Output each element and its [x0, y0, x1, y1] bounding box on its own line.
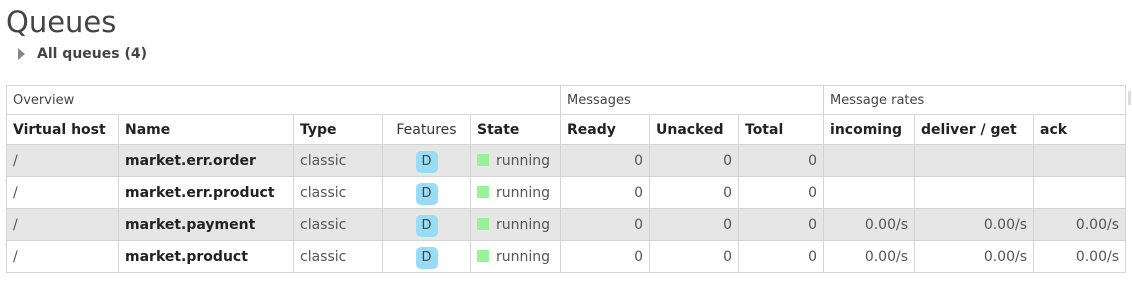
cell-features: D — [382, 176, 471, 209]
expand-triangle-icon[interactable] — [18, 48, 25, 60]
cell-ready: 0 — [560, 240, 650, 273]
queue-name-link[interactable]: market.product — [118, 240, 294, 273]
durable-badge: D — [415, 151, 438, 173]
header-ack[interactable]: ack — [1033, 114, 1127, 145]
cell-unacked: 0 — [649, 240, 739, 273]
cell-incoming — [823, 176, 916, 209]
cell-total: 0 — [737, 144, 825, 177]
cell-deliver-get: 0.00/s — [914, 240, 1035, 273]
cell-total: 0 — [737, 208, 825, 241]
group-message-rates: Message rates — [823, 85, 1127, 115]
queue-row: / market.err.order classic D running 0 0… — [6, 144, 1127, 177]
cell-incoming: 0.00/s — [823, 208, 916, 241]
cell-type: classic — [293, 144, 383, 177]
cell-incoming — [823, 144, 916, 177]
durable-badge: D — [415, 247, 438, 269]
durable-badge: D — [415, 183, 438, 205]
durable-badge: D — [415, 215, 438, 237]
cell-deliver-get — [914, 144, 1035, 177]
state-label: running — [496, 216, 551, 233]
cell-total: 0 — [737, 176, 825, 209]
cell-ack: 0.00/s — [1033, 240, 1127, 273]
running-status-icon — [477, 249, 489, 262]
cell-vhost: / — [6, 144, 119, 177]
cell-unacked: 0 — [649, 208, 739, 241]
header-ready[interactable]: Ready — [560, 114, 650, 145]
cell-ready: 0 — [560, 208, 650, 241]
cell-vhost: / — [6, 208, 119, 241]
running-status-icon — [477, 217, 489, 230]
header-deliver-get[interactable]: deliver / get — [914, 114, 1035, 145]
header-state[interactable]: State — [470, 114, 561, 145]
cell-features: D — [382, 240, 471, 273]
cell-state: running — [470, 208, 561, 241]
column-group-row: Overview Messages Message rates — [6, 85, 1127, 115]
cell-ready: 0 — [560, 176, 650, 209]
header-features: Features — [382, 114, 471, 145]
cell-ack — [1033, 176, 1127, 209]
queue-name-link[interactable]: market.err.product — [118, 176, 294, 209]
header-type[interactable]: Type — [293, 114, 383, 145]
cell-features: D — [382, 208, 471, 241]
cell-total: 0 — [737, 240, 825, 273]
state-label: running — [496, 248, 551, 265]
cell-state: running — [470, 176, 561, 209]
state-label: running — [496, 152, 551, 169]
header-total[interactable]: Total — [737, 114, 825, 145]
cell-features: D — [382, 144, 471, 177]
queue-row: / market.err.product classic D running 0… — [6, 176, 1127, 209]
queue-row: / market.product classic D running 0 0 0… — [6, 240, 1127, 273]
cell-deliver-get: 0.00/s — [914, 208, 1035, 241]
cell-type: classic — [293, 208, 383, 241]
queue-row: / market.payment classic D running 0 0 0… — [6, 208, 1127, 241]
group-messages: Messages — [559, 85, 825, 115]
cell-ack — [1033, 144, 1127, 177]
cell-ready: 0 — [560, 144, 650, 177]
group-overview: Overview — [6, 85, 561, 115]
all-queues-label[interactable]: All queues (4) — [37, 46, 147, 62]
cell-type: classic — [293, 176, 383, 209]
column-header-row: Virtual host Name Type Features State Re… — [6, 114, 1127, 145]
queues-table: Overview Messages Message rates Virtual … — [6, 85, 1127, 273]
cell-vhost: / — [6, 240, 119, 273]
queue-name-link[interactable]: market.payment — [118, 208, 294, 241]
cell-state: running — [470, 240, 561, 273]
running-status-icon — [477, 153, 489, 166]
cell-unacked: 0 — [649, 144, 739, 177]
running-status-icon — [477, 185, 489, 198]
all-queues-toggle[interactable]: All queues (4) — [18, 44, 147, 64]
header-name[interactable]: Name — [118, 114, 294, 145]
header-virtual-host[interactable]: Virtual host — [6, 114, 119, 145]
cell-unacked: 0 — [649, 176, 739, 209]
cell-state: running — [470, 144, 561, 177]
header-unacked[interactable]: Unacked — [649, 114, 739, 145]
cell-ack: 0.00/s — [1033, 208, 1127, 241]
cell-incoming: 0.00/s — [823, 240, 916, 273]
state-label: running — [496, 184, 551, 201]
cell-vhost: / — [6, 176, 119, 209]
header-incoming[interactable]: incoming — [823, 114, 916, 145]
page-title: Queues — [6, 5, 117, 39]
cell-type: classic — [293, 240, 383, 273]
queue-name-link[interactable]: market.err.order — [118, 144, 294, 177]
column-options-handle[interactable] — [1128, 91, 1131, 105]
cell-deliver-get — [914, 176, 1035, 209]
